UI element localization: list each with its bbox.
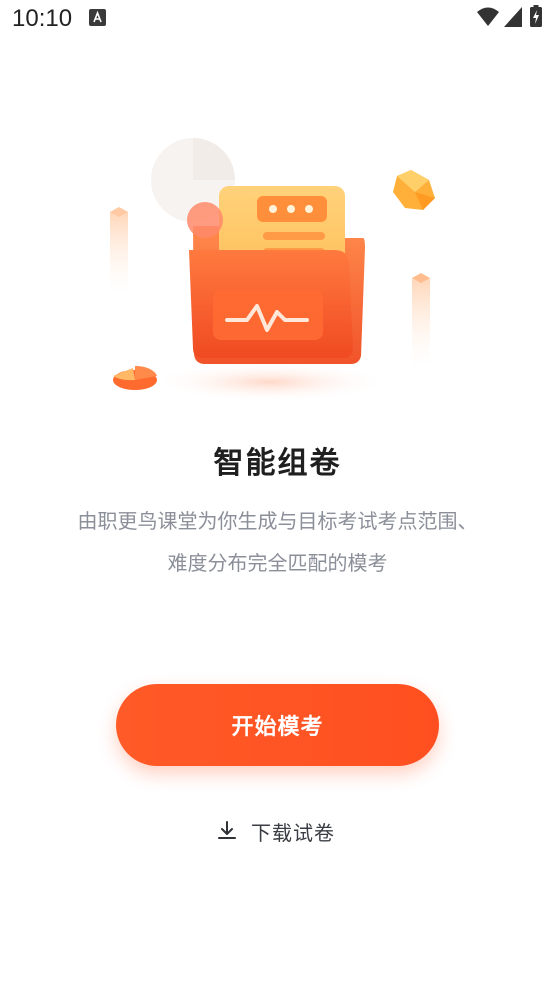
download-paper-label: 下载试卷: [251, 820, 335, 845]
status-bar: 10:10: [0, 0, 555, 40]
battery-charging-icon: [530, 5, 542, 27]
start-mock-exam-button[interactable]: 开始模考: [116, 684, 439, 766]
page-title: 智能组卷: [213, 446, 342, 481]
description-line-2: 难度分布完全匹配的模考: [167, 551, 388, 575]
description-line-1: 由职更鸟课堂为你生成与目标考试考点范围、: [77, 509, 478, 533]
status-time: 10:10: [12, 5, 73, 32]
folder-document-pulse-icon: [110, 138, 435, 402]
start-mock-exam-label: 开始模考: [231, 715, 324, 740]
signal-icon: [504, 7, 522, 27]
download-paper-link[interactable]: 下载试卷: [215, 814, 335, 848]
download-icon: [218, 821, 236, 839]
wifi-icon: [477, 7, 499, 26]
page-description: 由职更鸟课堂为你生成与目标考试考点范围、 难度分布完全匹配的模考: [30, 500, 525, 584]
a-icon: [89, 9, 106, 26]
